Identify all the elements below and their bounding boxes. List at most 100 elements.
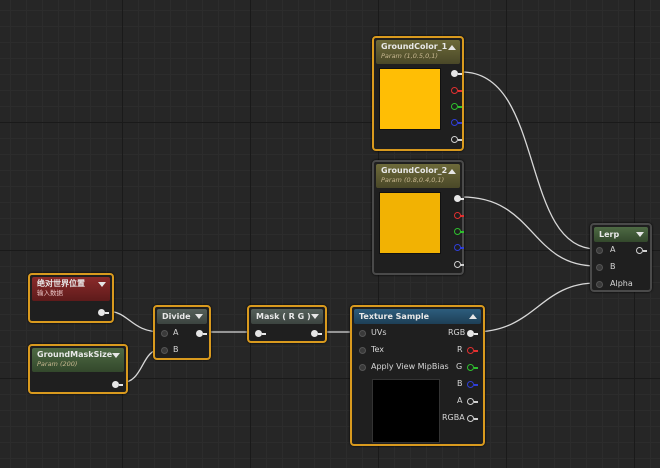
input-pin-b-icon[interactable] bbox=[596, 264, 603, 271]
color-preview-swatch bbox=[379, 68, 441, 130]
pin-tail-icon bbox=[458, 89, 462, 92]
output-pin-b-icon[interactable] bbox=[467, 381, 474, 388]
divide-pin-a-label: A bbox=[173, 328, 179, 337]
mask-title: Mask ( R G ) bbox=[256, 312, 311, 321]
output-pin-g-icon[interactable] bbox=[467, 364, 474, 371]
collapse-arrow-icon[interactable] bbox=[636, 232, 644, 237]
input-pin-a-icon[interactable] bbox=[596, 247, 603, 254]
pin-tail-icon bbox=[474, 400, 478, 403]
connection-wires bbox=[105, 71, 597, 384]
lerp-node[interactable]: Lerp A B Alpha bbox=[590, 223, 652, 292]
ground-mask-size-title: GroundMaskSize bbox=[37, 350, 113, 359]
pin-tail-icon bbox=[460, 246, 464, 249]
output-pin-icon[interactable] bbox=[636, 247, 643, 254]
input-pin-mipbias-icon[interactable] bbox=[359, 364, 366, 371]
pin-tail-icon bbox=[203, 332, 207, 335]
groundcolor1-subtitle: Param (1,0.5,0,1) bbox=[381, 52, 438, 60]
groundcolor2-node[interactable]: GroundColor_2 Param (0.8,0.4,0,1) bbox=[372, 160, 464, 275]
collapse-arrow-icon[interactable] bbox=[112, 353, 120, 358]
divide-node[interactable]: Divide A B bbox=[153, 305, 211, 360]
pin-tail-icon bbox=[458, 121, 462, 124]
g-output-label: G bbox=[456, 362, 463, 371]
tex-input-label: Tex bbox=[371, 345, 385, 354]
pin-tail-icon bbox=[474, 383, 478, 386]
uvs-input-label: UVs bbox=[371, 328, 387, 337]
world-position-subtitle: 输入数据 bbox=[37, 289, 63, 297]
lerp-pin-alpha-label: Alpha bbox=[610, 279, 633, 288]
input-pin-a-icon[interactable] bbox=[161, 330, 168, 337]
pin-tail-icon bbox=[460, 197, 464, 200]
groundcolor1-node[interactable]: GroundColor_1 Param (1,0.5,0,1) bbox=[372, 36, 464, 151]
texture-sample-node[interactable]: Texture Sample UVs Tex Apply View MipBia… bbox=[350, 305, 485, 446]
color-preview-swatch bbox=[379, 192, 441, 254]
collapse-arrow-icon[interactable] bbox=[469, 314, 477, 319]
world-position-header[interactable]: 绝对世界位置 输入数据 bbox=[32, 277, 110, 301]
output-pin-b-icon[interactable] bbox=[451, 119, 458, 126]
pin-tail-icon bbox=[318, 332, 322, 335]
pin-tail-icon bbox=[119, 383, 123, 386]
output-pin-rgba-icon[interactable] bbox=[467, 415, 474, 422]
b-output-label: B bbox=[457, 379, 463, 388]
pin-tail-icon bbox=[474, 332, 478, 335]
absolute-world-position-node[interactable]: 绝对世界位置 输入数据 bbox=[28, 273, 114, 323]
collapse-arrow-icon[interactable] bbox=[98, 282, 106, 287]
wire-groundcolor1-to-lerp-a bbox=[461, 71, 597, 250]
pin-tail-icon bbox=[474, 366, 478, 369]
pin-tail-icon bbox=[643, 249, 647, 252]
collapse-arrow-icon[interactable] bbox=[448, 169, 456, 174]
pin-tail-icon bbox=[105, 311, 109, 314]
pin-tail-icon bbox=[474, 417, 478, 420]
mask-rg-node[interactable]: Mask ( R G ) bbox=[247, 305, 327, 343]
wire-groundcolor2-to-lerp-b bbox=[461, 196, 597, 267]
r-output-label: R bbox=[457, 345, 463, 354]
output-pin-icon[interactable] bbox=[311, 330, 318, 337]
texture-sample-title: Texture Sample bbox=[359, 312, 430, 321]
pin-tail-icon bbox=[262, 332, 266, 335]
output-pin-g-icon[interactable] bbox=[451, 103, 458, 110]
input-pin-uvs-icon[interactable] bbox=[359, 330, 366, 337]
groundcolor2-header[interactable]: GroundColor_2 Param (0.8,0.4,0,1) bbox=[376, 164, 460, 188]
groundcolor2-subtitle: Param (0.8,0.4,0,1) bbox=[381, 176, 445, 184]
lerp-header[interactable]: Lerp bbox=[594, 227, 648, 242]
output-pin-a-icon[interactable] bbox=[451, 136, 458, 143]
divide-header[interactable]: Divide bbox=[157, 309, 207, 324]
a-output-label: A bbox=[457, 396, 463, 405]
input-pin-alpha-icon[interactable] bbox=[596, 281, 603, 288]
ground-mask-size-header[interactable]: GroundMaskSize Param (200) bbox=[32, 348, 124, 372]
lerp-pin-b-label: B bbox=[610, 262, 616, 271]
ground-mask-size-subtitle: Param (200) bbox=[37, 360, 78, 368]
divide-title: Divide bbox=[162, 312, 191, 321]
groundcolor1-header[interactable]: GroundColor_1 Param (1,0.5,0,1) bbox=[376, 40, 460, 64]
output-pin-r-icon[interactable] bbox=[451, 87, 458, 94]
pin-tail-icon bbox=[458, 138, 462, 141]
output-pin-a-icon[interactable] bbox=[467, 398, 474, 405]
output-pin-icon[interactable] bbox=[98, 309, 105, 316]
pin-tail-icon bbox=[458, 72, 462, 75]
pin-tail-icon bbox=[460, 263, 464, 266]
groundcolor2-title: GroundColor_2 bbox=[381, 166, 448, 175]
wire-texture-rgb-to-lerp-alpha bbox=[473, 282, 597, 333]
collapse-arrow-icon[interactable] bbox=[311, 314, 319, 319]
mipbias-input-label: Apply View MipBias bbox=[371, 362, 449, 371]
texture-preview-thumbnail bbox=[372, 379, 440, 443]
output-pin-icon[interactable] bbox=[451, 70, 458, 77]
pin-tail-icon bbox=[474, 349, 478, 352]
texture-sample-header[interactable]: Texture Sample bbox=[354, 309, 481, 324]
lerp-title: Lerp bbox=[599, 230, 620, 239]
output-pin-icon[interactable] bbox=[196, 330, 203, 337]
input-pin-b-icon[interactable] bbox=[161, 347, 168, 354]
groundcolor1-title: GroundColor_1 bbox=[381, 42, 448, 51]
rgba-output-label: RGBA bbox=[442, 413, 465, 422]
input-pin-icon[interactable] bbox=[255, 330, 262, 337]
input-pin-tex-icon[interactable] bbox=[359, 347, 366, 354]
collapse-arrow-icon[interactable] bbox=[195, 314, 203, 319]
output-pin-r-icon[interactable] bbox=[467, 347, 474, 354]
ground-mask-size-node[interactable]: GroundMaskSize Param (200) bbox=[28, 344, 128, 394]
collapse-arrow-icon[interactable] bbox=[448, 45, 456, 50]
rgb-output-label: RGB bbox=[448, 328, 466, 337]
mask-header[interactable]: Mask ( R G ) bbox=[251, 309, 323, 324]
output-pin-rgb-icon[interactable] bbox=[467, 330, 474, 337]
output-pin-icon[interactable] bbox=[112, 381, 119, 388]
pin-tail-icon bbox=[460, 230, 464, 233]
pin-tail-icon bbox=[458, 105, 462, 108]
